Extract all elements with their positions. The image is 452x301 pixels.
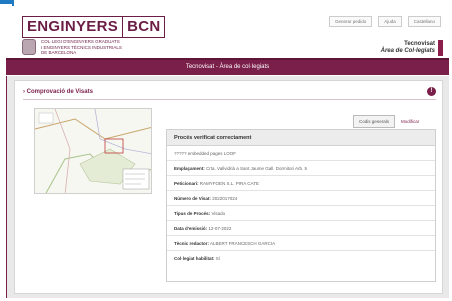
detail-value: Sí — [215, 256, 221, 261]
info-icon[interactable]: ! — [427, 87, 436, 96]
detail-label: Número de Visat: — [174, 196, 211, 201]
detail-row: Emplaçament: Crta. Vallvidrià a Sant Jau… — [167, 161, 435, 176]
nav-title: Tecnovisat - Àrea de col·legiats — [185, 64, 270, 70]
detail-value: Crta. Vallvidrià a Sant Jaume Gall. Dorm… — [206, 166, 307, 171]
detail-label: Data d'emissió: — [174, 226, 208, 231]
detail-label: Col·legiat habilitat: — [174, 256, 215, 261]
nav-bar: Tecnovisat - Àrea de col·legiats — [6, 58, 449, 75]
detail-row: ????? embedded pages LOOF — [167, 146, 435, 161]
detail-value: ALBERT FRANCESCH GARCIA — [210, 241, 276, 246]
title-divider — [23, 99, 436, 100]
page-title: › Comprovació de Visats — [23, 89, 93, 95]
header: ENGINYERS BCN COL·LEGI D'ENGINYERS GRADU… — [6, 6, 449, 58]
verification-card: › Comprovació de Visats ! Codis generals — [14, 80, 443, 294]
logo-sub-lines: COL·LEGI D'ENGINYERS GRADUATS I ENGINYER… — [41, 39, 122, 56]
detail-row: Data d'emissió: 12-07-2022 — [167, 221, 435, 236]
logo-right: BCN — [123, 16, 166, 38]
logo-left: ENGINYERS — [22, 16, 124, 38]
brand-bar — [438, 40, 443, 56]
detail-value: 2022017024 — [212, 196, 238, 201]
modify-link[interactable]: Modificar — [399, 116, 421, 127]
map-drawing — [35, 109, 151, 193]
detail-label: Emplaçament: — [174, 166, 205, 171]
detail-row: Col·legiat habilitat: Sí — [167, 251, 435, 266]
detail-value: RAMYFOEN S.L. PIRA CATE — [199, 181, 259, 186]
map-thumbnail[interactable] — [34, 108, 152, 194]
detail-value: 12-07-2022 — [208, 226, 232, 231]
detail-row: Tècnic redactor: ALBERT FRANCESCH GARCIA — [167, 236, 435, 251]
page-title-text: Comprovació de Visats — [26, 89, 93, 95]
result-panel: Procés verificat correctament ????? embe… — [166, 129, 436, 282]
result-heading: Procés verificat correctament — [167, 130, 435, 146]
left-border — [6, 76, 7, 298]
top-links: Generar pedido Ajuda Castellano — [328, 16, 441, 27]
app-brand-area: Àrea de Col·legiats — [380, 48, 435, 54]
top-link-help[interactable]: Ajuda — [378, 16, 402, 27]
seal-icon — [22, 39, 36, 56]
app-brand: Tecnovisat Àrea de Col·legiats — [381, 41, 435, 55]
detail-row: Peticionari: RAMYFOEN S.L. PIRA CATE — [167, 176, 435, 191]
detail-value: ????? embedded pages LOOF — [174, 151, 237, 156]
top-link-language[interactable]: Castellano — [407, 16, 441, 27]
codes-button[interactable]: Codis generals — [353, 115, 396, 128]
detail-row: Número de Visat: 2022017024 — [167, 191, 435, 206]
content-area: › Comprovació de Visats ! Codis generals — [6, 76, 449, 298]
top-link-generate[interactable]: Generar pedido — [328, 16, 373, 27]
action-buttons: Codis generals Modificar — [353, 115, 421, 128]
sub-line-3: DE BARCELONA — [41, 50, 77, 55]
sub-line-1: COL·LEGI D'ENGINYERS GRADUATS — [41, 39, 120, 44]
detail-row: Tipus de Procés: Visado — [167, 206, 435, 221]
detail-label: Tècnic redactor: — [174, 241, 210, 246]
logo-subtitle: COL·LEGI D'ENGINYERS GRADUATS I ENGINYER… — [22, 39, 122, 56]
app-brand-name: Tecnovisat — [404, 41, 435, 47]
detail-label: Peticionari: — [174, 181, 199, 186]
detail-value: Visado — [211, 211, 226, 216]
logo[interactable]: ENGINYERS BCN — [22, 16, 166, 38]
detail-label: Tipus de Procés: — [174, 211, 211, 216]
